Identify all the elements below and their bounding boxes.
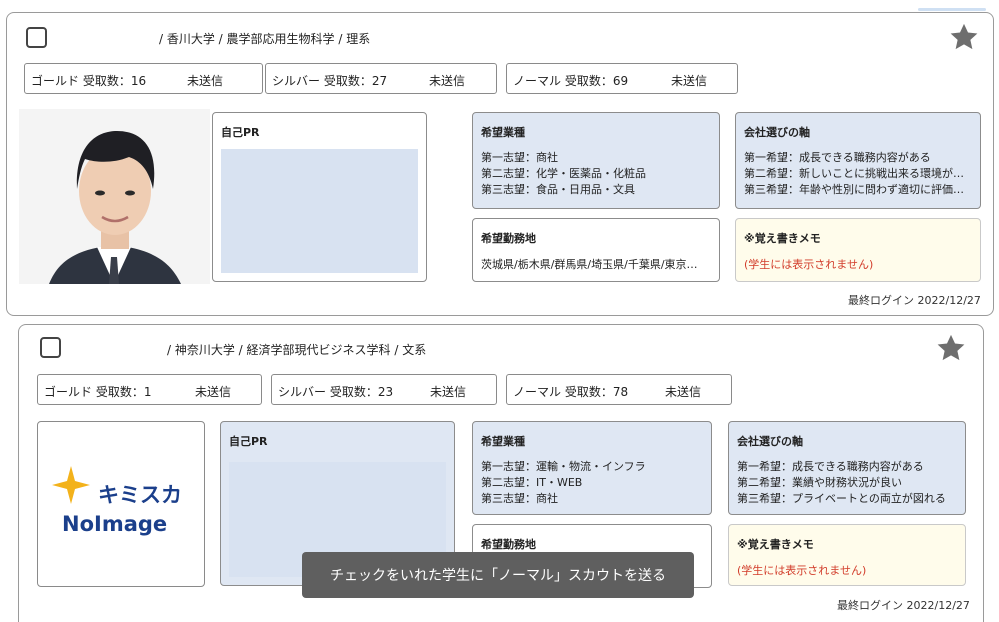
work-location-value: 茨城県/栃木県/群馬県/埼玉県/千葉県/東京… (481, 258, 698, 271)
select-checkbox[interactable] (40, 337, 61, 358)
no-image-placeholder[interactable]: キミスカ NoImage (37, 421, 205, 587)
favorite-star-icon[interactable] (936, 333, 966, 363)
normal-scout-status: 未送信 (665, 385, 702, 399)
memo-section[interactable]: ※覚え書きメモ (学生には表示されません) (735, 218, 981, 282)
silver-scout-counter: シルバー 受取数：23 未送信 (271, 374, 497, 405)
gold-scout-label: ゴールド 受取数：16 (31, 74, 147, 88)
gold-scout-status: 未送信 (195, 385, 232, 399)
gold-scout-counter: ゴールド 受取数：1 未送信 (37, 374, 262, 405)
self-pr-content (221, 149, 418, 273)
last-login: 最終ログイン 2022/12/27 (848, 294, 981, 307)
self-pr-title: 自己PR (221, 126, 260, 139)
work-location-title: 希望勤務地 (481, 538, 536, 551)
industry-choice-1: 第一志望：商社 (481, 151, 558, 164)
normal-scout-counter: ノーマル 受取数：78 未送信 (506, 374, 732, 405)
kimisuka-star-icon (52, 466, 90, 504)
normal-scout-label: ノーマル 受取数：78 (513, 385, 629, 399)
last-login: 最終ログイン 2022/12/27 (837, 599, 970, 612)
normal-scout-status: 未送信 (671, 74, 708, 88)
send-normal-scout-button[interactable]: チェックをいれた学生に「ノーマル」スカウトを送る (302, 552, 694, 598)
company-axis-title: 会社選びの軸 (737, 435, 803, 448)
industry-section: 希望業種 第一志望：運輸・物流・インフラ 第二志望：IT・WEB 第三志望：商社 (472, 421, 712, 515)
industry-choice-2: 第二志望：化学・医薬品・化粧品 (481, 167, 646, 180)
self-pr-section: 自己PR (212, 112, 427, 282)
company-axis-choice-2: 第二希望：新しいことに挑戦出来る環境が… (744, 167, 964, 180)
industry-choice-1: 第一志望：運輸・物流・インフラ (481, 460, 646, 473)
industry-choice-3: 第三志望：食品・日用品・文具 (481, 183, 635, 196)
company-axis-choice-3: 第三希望：プライベートとの両立が図れる (737, 492, 946, 505)
memo-title: ※覚え書きメモ (744, 232, 821, 245)
normal-scout-counter: ノーマル 受取数：69 未送信 (506, 63, 738, 94)
kimisuka-logo: キミスカ (98, 483, 182, 507)
industry-choice-2: 第二志望：IT・WEB (481, 476, 583, 489)
normal-scout-label: ノーマル 受取数：69 (513, 74, 629, 88)
gold-scout-label: ゴールド 受取数：1 (44, 385, 152, 399)
company-axis-title: 会社選びの軸 (744, 126, 810, 139)
student-card: / 香川大学 / 農学部応用生物科学 / 理系 ゴールド 受取数：16 未送信 … (6, 12, 994, 316)
company-axis-section: 会社選びの軸 第一希望：成長できる職務内容がある 第二希望：新しいことに挑戦出来… (735, 112, 981, 209)
memo-section[interactable]: ※覚え書きメモ (学生には表示されません) (728, 524, 966, 586)
industry-title: 希望業種 (481, 126, 525, 139)
work-location-title: 希望勤務地 (481, 232, 536, 245)
company-axis-choice-1: 第一希望：成長できる職務内容がある (744, 151, 931, 164)
favorite-star-icon[interactable] (949, 22, 979, 52)
gold-scout-status: 未送信 (187, 74, 224, 88)
company-axis-choice-2: 第二希望：業績や財務状況が良い (737, 476, 902, 489)
industry-section: 希望業種 第一志望：商社 第二志望：化学・医薬品・化粧品 第三志望：食品・日用品… (472, 112, 720, 209)
no-image-text: NoImage (62, 512, 168, 536)
company-axis-choice-3: 第三希望：年齢や性別に問わず適切に評価… (744, 183, 964, 196)
self-pr-title: 自己PR (229, 435, 268, 448)
select-checkbox[interactable] (26, 27, 47, 48)
silver-scout-status: 未送信 (430, 385, 467, 399)
silver-scout-status: 未送信 (429, 74, 466, 88)
company-axis-section: 会社選びの軸 第一希望：成長できる職務内容がある 第二希望：業績や財務状況が良い… (728, 421, 966, 515)
work-location-section: 希望勤務地 茨城県/栃木県/群馬県/埼玉県/千葉県/東京… (472, 218, 720, 282)
silver-scout-label: シルバー 受取数：23 (278, 385, 394, 399)
memo-note: (学生には表示されません) (744, 258, 874, 271)
company-axis-choice-1: 第一希望：成長できる職務内容がある (737, 460, 924, 473)
gold-scout-counter: ゴールド 受取数：16 未送信 (24, 63, 263, 94)
silver-scout-counter: シルバー 受取数：27 未送信 (265, 63, 497, 94)
industry-title: 希望業種 (481, 435, 525, 448)
memo-title: ※覚え書きメモ (737, 538, 814, 551)
industry-choice-3: 第三志望：商社 (481, 492, 558, 505)
university-info: / 神奈川大学 / 経済学部現代ビジネス学科 / 文系 (167, 343, 427, 357)
student-photo[interactable] (19, 109, 210, 284)
memo-note: (学生には表示されません) (737, 564, 867, 577)
university-info: / 香川大学 / 農学部応用生物科学 / 理系 (159, 32, 371, 46)
silver-scout-label: シルバー 受取数：27 (272, 74, 388, 88)
top-scroll-indicator (918, 8, 986, 11)
